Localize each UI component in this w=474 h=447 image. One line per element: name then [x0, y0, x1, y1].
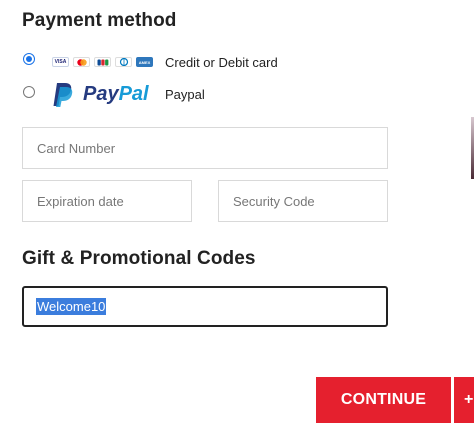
mastercard-icon — [73, 57, 90, 67]
paypal-wordmark-pay: Pay — [83, 83, 119, 105]
expiration-date-input[interactable]: Expiration date — [22, 180, 192, 222]
visa-icon: VISA — [52, 57, 69, 67]
diners-icon — [115, 57, 132, 67]
paypal-logo: PayPal — [52, 82, 160, 110]
radio-selected-dot — [26, 56, 32, 62]
promo-code-input[interactable]: Welcome10 — [22, 286, 388, 327]
card-number-input[interactable]: Card Number — [22, 127, 388, 169]
amex-icon: AMEX — [136, 57, 153, 67]
promo-codes-heading: Gift & Promotional Codes — [22, 248, 256, 269]
card-option-label[interactable]: Credit or Debit card — [165, 55, 278, 70]
paypal-wordmark: PayPal — [83, 83, 149, 106]
continue-button[interactable]: CONTINUE — [316, 377, 451, 423]
paypal-radio[interactable] — [23, 86, 35, 98]
paypal-option-label[interactable]: Paypal — [165, 87, 205, 102]
card-brand-icons: VISA AMEX — [52, 57, 153, 67]
secondary-action-button[interactable]: + — [454, 377, 474, 423]
payment-method-heading: Payment method — [22, 10, 177, 31]
card-number-placeholder: Card Number — [37, 140, 116, 156]
security-code-input[interactable]: Security Code — [218, 180, 388, 222]
paypal-mark-icon — [53, 83, 73, 107]
expiration-date-placeholder: Expiration date — [37, 193, 124, 209]
card-radio[interactable] — [23, 53, 35, 65]
jcb-icon — [94, 57, 111, 67]
paypal-wordmark-pal: Pal — [118, 83, 149, 105]
security-code-placeholder: Security Code — [233, 193, 315, 209]
promo-code-value: Welcome10 — [36, 298, 107, 315]
